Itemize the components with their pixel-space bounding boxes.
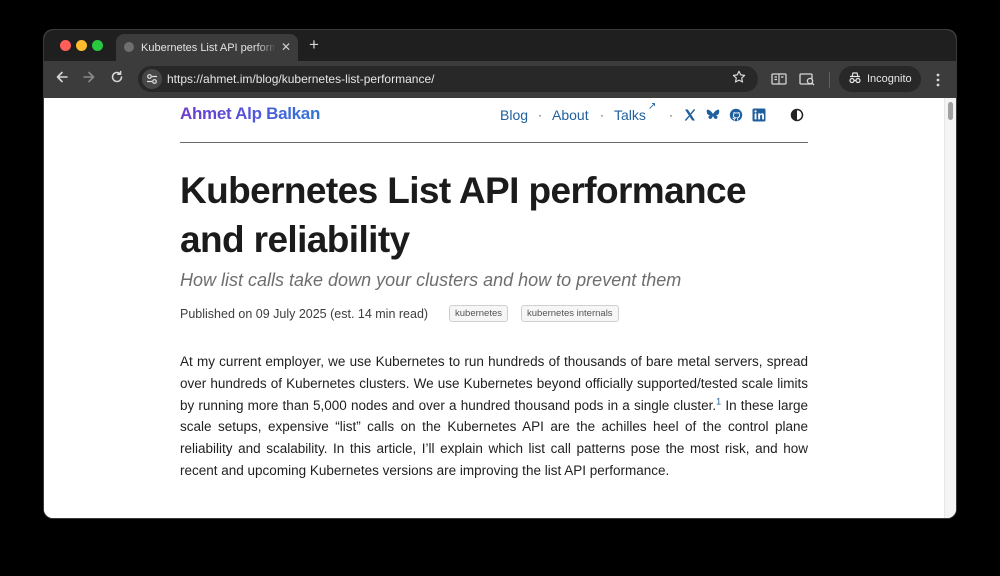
external-link-icon: ↗ (648, 101, 657, 112)
reload-button[interactable] (107, 70, 127, 90)
back-button[interactable] (52, 70, 72, 90)
tab-title-fade (256, 38, 278, 56)
tab-search-icon[interactable] (798, 70, 818, 90)
bluesky-icon[interactable] (706, 108, 720, 122)
incognito-label: Incognito (867, 73, 912, 85)
globe-icon (124, 42, 134, 52)
close-tab-icon[interactable]: ✕ (278, 39, 294, 55)
tune-icon (147, 74, 157, 84)
scrollbar-thumb[interactable] (948, 102, 953, 120)
minimize-window-button[interactable] (76, 40, 87, 51)
site-name-link[interactable]: Ahmet Alp Balkan (180, 104, 320, 124)
post-title: Kubernetes List API performance and reli… (180, 170, 747, 260)
url-text[interactable]: https://ahmet.im/blog/kubernetes-list-pe… (167, 71, 434, 87)
back-arrow-icon (56, 71, 68, 83)
forward-arrow-icon (83, 71, 95, 83)
tab-title: Kubernetes List API performance and reli… (141, 42, 274, 54)
close-window-button[interactable] (60, 40, 71, 51)
linkedin-icon[interactable] (752, 108, 766, 122)
star-icon (732, 70, 746, 83)
header-divider (180, 142, 808, 143)
reading-mode-icon[interactable] (770, 70, 790, 90)
nav-blog-link[interactable]: Blog (500, 106, 528, 124)
maximize-window-button[interactable] (92, 40, 103, 51)
web-page: Ahmet Alp Balkan Blog · About · Talks ↗ … (44, 98, 956, 518)
site-info-button[interactable] (142, 69, 162, 89)
post-meta: Published on 09 July 2025 (est. 14 min r… (180, 307, 429, 321)
nav-talks-link[interactable]: Talks (614, 106, 646, 124)
incognito-icon (847, 70, 865, 88)
tab-strip: Kubernetes List API performance and reli… (44, 30, 956, 61)
reload-icon (111, 70, 123, 83)
tag-kubernetes[interactable]: kubernetes (449, 305, 509, 322)
active-tab[interactable]: Kubernetes List API performance and reli… (116, 34, 298, 61)
browser-menu-button[interactable] (931, 70, 945, 90)
address-bar[interactable]: https://ahmet.im/blog/kubernetes-list-pe… (138, 66, 758, 92)
new-tab-button[interactable]: + (305, 36, 323, 54)
nav-about-link[interactable]: About (552, 106, 589, 124)
tag-kubernetes-internals[interactable]: kubernetes internals (521, 305, 619, 322)
nav-separator: · (538, 108, 542, 122)
forward-button[interactable] (79, 70, 99, 90)
nav-separator: · (600, 108, 604, 122)
page-scrollbar[interactable] (944, 98, 956, 518)
browser-toolbar: https://ahmet.im/blog/kubernetes-list-pe… (44, 61, 956, 98)
more-vert-icon (936, 73, 940, 87)
contrast-icon[interactable] (790, 108, 804, 122)
article-paragraph: At my current employer, we use Kubernete… (180, 351, 808, 482)
toolbar-separator (829, 72, 830, 88)
incognito-indicator[interactable]: Incognito (839, 66, 921, 92)
bookmark-star-icon[interactable] (730, 70, 748, 88)
x-icon[interactable] (683, 108, 697, 122)
browser-window: Kubernetes List API performance and reli… (44, 30, 956, 518)
article-text-part-1: At my current employer, we use Kubernete… (180, 354, 808, 413)
post-subtitle: How list calls take down your clusters a… (180, 270, 682, 290)
github-icon[interactable] (729, 108, 743, 122)
nav-separator: · (669, 108, 673, 122)
